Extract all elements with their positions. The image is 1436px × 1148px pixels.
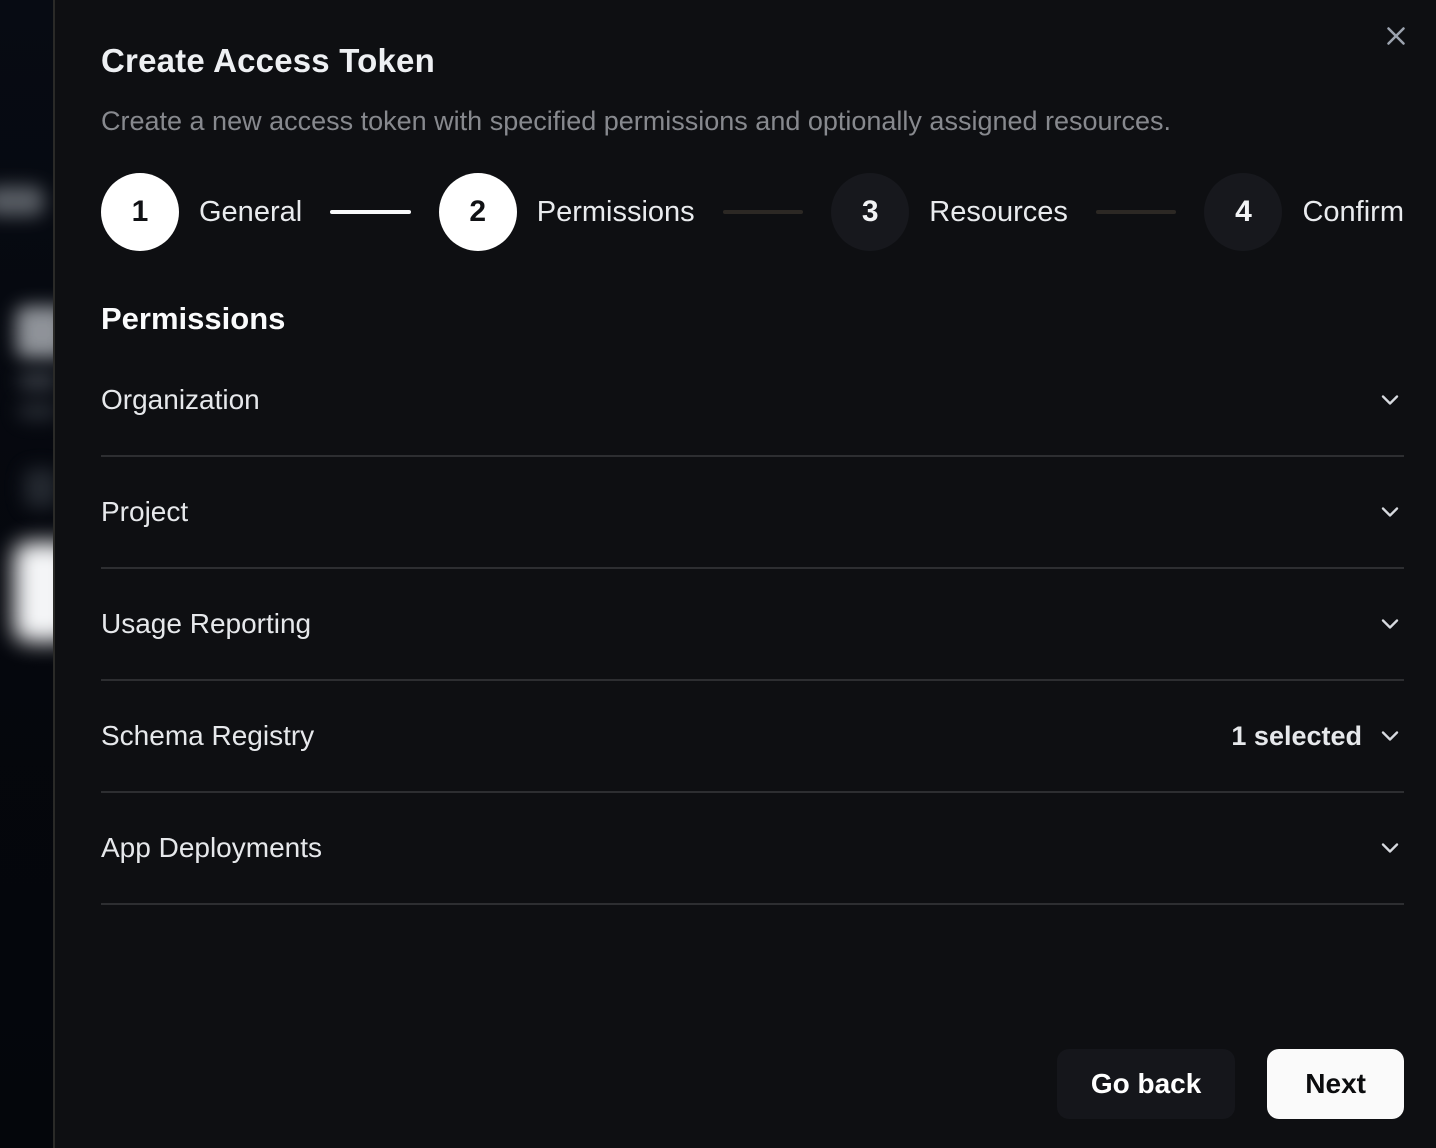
- chevron-down-icon: [1376, 834, 1404, 862]
- next-button[interactable]: Next: [1267, 1049, 1404, 1119]
- background-blur-content: [18, 372, 53, 390]
- create-access-token-modal: Create Access Token Create a new access …: [53, 0, 1436, 1148]
- accordion-label: App Deployments: [101, 832, 322, 864]
- step-confirm[interactable]: 4 Confirm: [1204, 173, 1404, 251]
- background-blur-content: [18, 402, 53, 420]
- step-connector: [330, 210, 411, 214]
- background-page: [0, 0, 53, 1148]
- accordion-label: Usage Reporting: [101, 608, 311, 640]
- accordion-label: Project: [101, 496, 188, 528]
- accordion-organization[interactable]: Organization: [101, 345, 1404, 457]
- x-icon: [1381, 21, 1411, 51]
- accordion-usage-reporting[interactable]: Usage Reporting: [101, 569, 1404, 681]
- accordion-label: Schema Registry: [101, 720, 314, 752]
- step-number: 2: [439, 173, 517, 251]
- background-blur-content: [16, 306, 53, 358]
- step-connector: [723, 210, 804, 214]
- step-number: 1: [101, 173, 179, 251]
- accordion-label: Organization: [101, 384, 260, 416]
- step-permissions[interactable]: 2 Permissions: [439, 173, 695, 251]
- modal-subtitle: Create a new access token with specified…: [101, 106, 1404, 137]
- selection-badge: 1 selected: [1231, 721, 1362, 752]
- step-label: Permissions: [537, 196, 695, 229]
- accordion-app-deployments[interactable]: App Deployments: [101, 793, 1404, 905]
- step-number: 4: [1204, 173, 1282, 251]
- background-blur-content: [0, 186, 44, 216]
- permissions-accordion-list: Organization Project Usage Reporting: [101, 345, 1404, 905]
- chevron-down-icon: [1376, 610, 1404, 638]
- go-back-button[interactable]: Go back: [1057, 1049, 1235, 1119]
- background-blur-content: [14, 542, 53, 642]
- page-title: Create Access Token: [101, 42, 1404, 80]
- step-number: 3: [831, 173, 909, 251]
- chevron-down-icon: [1376, 722, 1404, 750]
- step-label: Resources: [929, 196, 1068, 229]
- background-blur-content: [24, 468, 53, 508]
- step-label: General: [199, 196, 302, 229]
- accordion-project[interactable]: Project: [101, 457, 1404, 569]
- step-general[interactable]: 1 General: [101, 173, 302, 251]
- chevron-down-icon: [1376, 386, 1404, 414]
- step-label: Confirm: [1302, 196, 1404, 229]
- chevron-down-icon: [1376, 498, 1404, 526]
- step-resources[interactable]: 3 Resources: [831, 173, 1068, 251]
- step-connector: [1096, 210, 1177, 214]
- wizard-stepper: 1 General 2 Permissions 3 Resources 4 Co…: [101, 173, 1404, 251]
- accordion-schema-registry[interactable]: Schema Registry 1 selected: [101, 681, 1404, 793]
- section-heading-permissions: Permissions: [101, 301, 1404, 337]
- close-button[interactable]: [1376, 16, 1416, 56]
- modal-footer: Go back Next: [101, 1049, 1404, 1119]
